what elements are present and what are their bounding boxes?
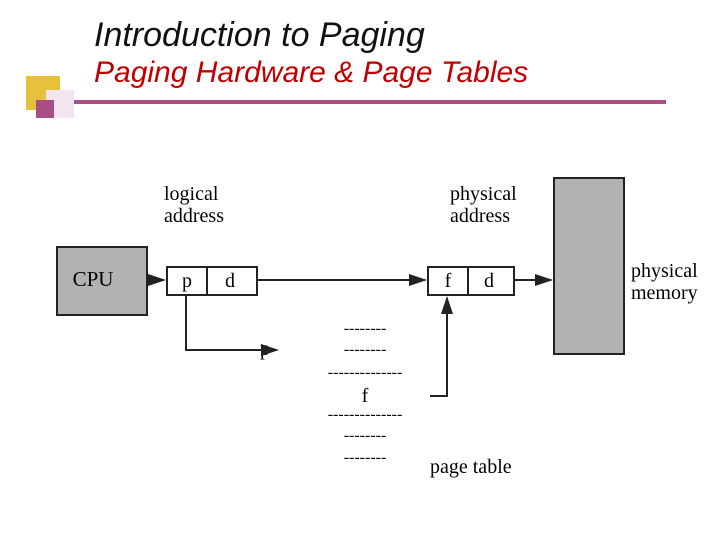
page-table-row-6: --------: [310, 450, 420, 467]
title-block: Introduction to Paging Paging Hardware &…: [94, 18, 528, 90]
page-title: Introduction to Paging: [94, 18, 528, 54]
page-subtitle: Paging Hardware & Page Tables: [94, 56, 528, 90]
page-table-caption: page table: [430, 456, 512, 478]
physical-address-row: f d: [427, 266, 515, 296]
page-table-row-1: --------: [310, 342, 420, 359]
page-table-row-4: --------------: [299, 407, 431, 424]
physical-memory-box: [553, 177, 625, 355]
logical-address-label: logical address: [164, 183, 244, 227]
title-underline: [26, 100, 666, 104]
physical-frame-cell: f: [429, 268, 469, 294]
logical-address-row: p d: [166, 266, 258, 296]
page-table-row-0: --------: [310, 321, 420, 338]
physical-offset-cell: d: [465, 268, 513, 294]
cpu-label: CPU: [72, 268, 114, 291]
logical-page-cell: p: [168, 268, 208, 294]
logical-offset-cell: d: [204, 268, 256, 294]
page-table-row-f: f: [299, 386, 431, 407]
page-table-row-5: --------: [310, 428, 420, 445]
decorative-squares: [26, 76, 84, 134]
physical-memory-label: physical memory: [631, 260, 709, 304]
page-table-row-2: --------------: [299, 365, 431, 382]
physical-address-label: physical address: [450, 183, 536, 227]
page-table-index-p: p: [260, 338, 270, 360]
